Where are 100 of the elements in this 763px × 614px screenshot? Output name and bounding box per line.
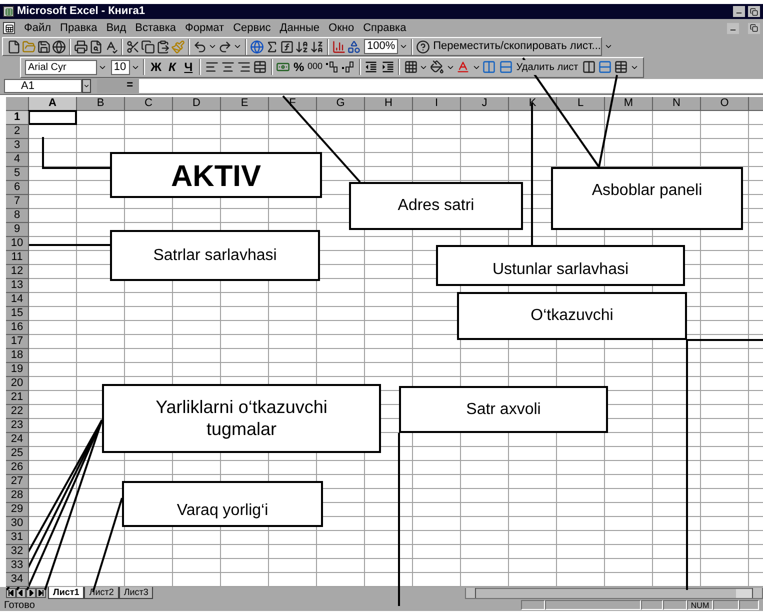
column-header[interactable]: L — [557, 97, 605, 111]
row-header[interactable]: 7 — [6, 195, 29, 209]
move-copy-sheet-button[interactable]: Переместить/скопировать лист... — [431, 38, 603, 55]
borders-icon[interactable] — [403, 58, 418, 76]
font-size-field[interactable]: 10 — [110, 60, 130, 74]
column-header[interactable]: O — [701, 97, 749, 111]
row-header[interactable]: 29 — [6, 503, 29, 517]
workbook-icon[interactable] — [3, 22, 15, 34]
scroll-left-button[interactable] — [466, 588, 476, 598]
row-header[interactable]: 16 — [6, 321, 29, 335]
row-header[interactable]: 2 — [6, 125, 29, 139]
menu-item[interactable]: Данные — [280, 20, 320, 36]
underline-button[interactable]: Ч — [180, 58, 196, 76]
row-header[interactable]: 12 — [6, 265, 29, 279]
fill-color-icon[interactable] — [429, 58, 445, 76]
delete-column-icon[interactable] — [581, 58, 596, 76]
row-header[interactable]: 21 — [6, 391, 29, 405]
decrease-indent-icon[interactable] — [364, 59, 380, 75]
bold-button[interactable]: Ж — [148, 58, 164, 76]
menu-item[interactable]: Файл — [24, 20, 52, 36]
row-header[interactable]: 10 — [6, 237, 29, 251]
row-header[interactable]: 5 — [6, 167, 29, 181]
row-header[interactable]: 25 — [6, 447, 29, 461]
help-icon[interactable] — [416, 38, 430, 56]
restore-button[interactable] — [748, 22, 760, 34]
row-header[interactable]: 34 — [6, 573, 29, 587]
name-box[interactable]: A1 — [4, 79, 82, 93]
menu-item[interactable]: Правка — [60, 20, 98, 36]
tab-scroll-button[interactable] — [26, 588, 36, 598]
scroll-right-button[interactable] — [752, 588, 762, 598]
column-header[interactable]: G — [317, 97, 365, 111]
minimize-button[interactable] — [733, 6, 745, 17]
active-cell[interactable] — [28, 110, 77, 125]
column-header[interactable]: A — [29, 97, 77, 111]
printer-icon[interactable] — [74, 38, 88, 56]
tab-scroll-button[interactable] — [6, 588, 16, 598]
globe-icon[interactable] — [52, 38, 66, 56]
column-header[interactable]: K — [509, 97, 557, 111]
row-header[interactable]: 4 — [6, 153, 29, 167]
globe-icon[interactable] — [250, 38, 264, 56]
select-all-corner[interactable] — [6, 97, 29, 111]
row-header[interactable]: 6 — [6, 181, 29, 195]
row-header[interactable]: 1 — [6, 111, 29, 125]
column-header[interactable]: D — [173, 97, 221, 111]
column-header[interactable] — [749, 97, 763, 111]
merge-cells-icon[interactable] — [252, 58, 268, 76]
column-header[interactable]: I — [413, 97, 461, 111]
row-header[interactable]: 3 — [6, 139, 29, 153]
row-header[interactable]: 17 — [6, 335, 29, 349]
sheet-tab[interactable]: Лист3 — [118, 587, 154, 599]
insert-row-icon[interactable] — [498, 58, 514, 76]
column-header[interactable]: E — [221, 97, 269, 111]
menu-item[interactable]: Вставка — [135, 20, 176, 36]
row-header[interactable]: 14 — [6, 293, 29, 307]
formula-field[interactable] — [139, 79, 763, 93]
print-preview-icon[interactable] — [89, 38, 103, 56]
sheet-icon[interactable] — [614, 58, 629, 76]
column-header[interactable]: B — [77, 97, 125, 111]
name-box-dropdown[interactable] — [82, 79, 91, 93]
copy-icon[interactable] — [141, 38, 155, 56]
row-header[interactable]: 33 — [6, 559, 29, 573]
row-header[interactable]: 8 — [6, 209, 29, 223]
percent-button[interactable]: % — [292, 58, 306, 76]
column-header[interactable]: C — [125, 97, 173, 111]
italic-button[interactable]: К — [164, 58, 180, 76]
insert-column-icon[interactable] — [482, 58, 498, 76]
row-header[interactable]: 23 — [6, 419, 29, 433]
increase-indent-icon[interactable] — [380, 59, 396, 75]
row-header[interactable]: 28 — [6, 489, 29, 503]
row-header[interactable]: 24 — [6, 433, 29, 447]
row-header[interactable]: 20 — [6, 377, 29, 391]
row-header[interactable]: 9 — [6, 223, 29, 237]
row-header[interactable]: 11 — [6, 251, 29, 265]
row-header[interactable]: 26 — [6, 461, 29, 475]
delete-sheet-button[interactable]: Удалить лист — [514, 60, 580, 74]
row-header[interactable]: 27 — [6, 475, 29, 489]
equals-button[interactable]: = — [97, 79, 139, 93]
tab-scroll-button[interactable] — [36, 588, 46, 598]
increase-decimal-icon[interactable] — [324, 59, 340, 75]
paste-icon[interactable] — [156, 38, 170, 56]
row-header[interactable]: 22 — [6, 405, 29, 419]
row-header[interactable]: 19 — [6, 363, 29, 377]
menu-item[interactable]: Вид — [106, 20, 126, 36]
horizontal-scrollbar[interactable] — [465, 588, 763, 598]
font-field[interactable]: Arial Cyr — [25, 60, 97, 74]
scrollbar-thumb[interactable] — [736, 588, 752, 598]
column-header[interactable]: H — [365, 97, 413, 111]
sheet-tab[interactable]: Лист1 — [48, 587, 84, 599]
decrease-decimal-icon[interactable] — [340, 59, 356, 75]
row-header[interactable]: 15 — [6, 307, 29, 321]
row-header[interactable]: 32 — [6, 545, 29, 559]
row-header[interactable]: 31 — [6, 531, 29, 545]
row-header[interactable]: 30 — [6, 517, 29, 531]
menu-item[interactable]: Сервис — [233, 20, 271, 36]
thousands-button[interactable]: 000 — [306, 60, 324, 74]
column-header[interactable]: N — [653, 97, 701, 111]
brush-icon[interactable] — [171, 38, 185, 56]
row-header[interactable]: 18 — [6, 349, 29, 363]
column-header[interactable]: J — [461, 97, 509, 111]
menu-item[interactable]: Справка — [363, 20, 406, 36]
